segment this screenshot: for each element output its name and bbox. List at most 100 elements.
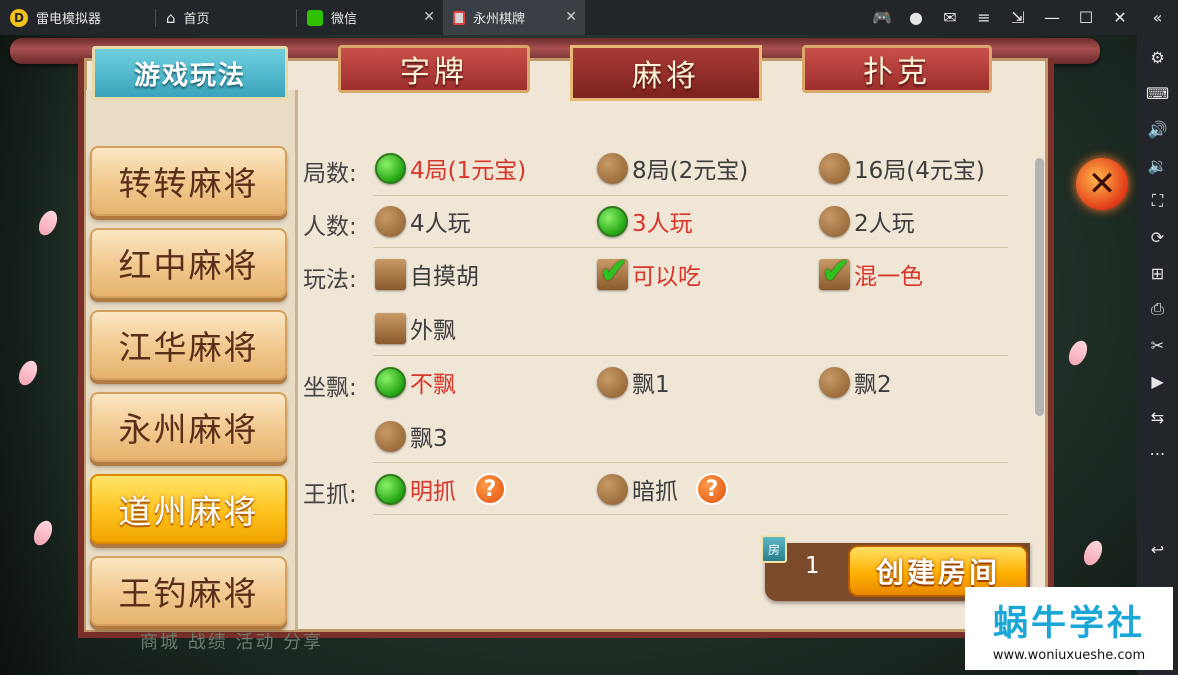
rounds-option-16[interactable]: 16局(4元宝) — [819, 151, 985, 185]
emulator-sidebar: ⚙ ⌨ 🔊 🔉 ⛶ ⟳ ⊞ ⎙ ✂ ▶ ⇆ ⋯ ↩ — [1137, 35, 1178, 675]
close-panel-button[interactable]: ✕ — [1076, 158, 1128, 210]
multi-instance-icon[interactable]: ⊞ — [1137, 255, 1178, 291]
option-label: 外飘 — [410, 318, 456, 344]
play-option-zimohu[interactable]: 自摸胡 — [375, 257, 479, 291]
radio-icon — [597, 152, 628, 184]
popout-icon[interactable]: ⇲ — [1001, 0, 1035, 35]
radio-icon — [375, 205, 406, 237]
maximize-icon[interactable]: ☐ — [1069, 0, 1103, 35]
volume-up-icon[interactable]: 🔊 — [1137, 111, 1178, 147]
gamepad-icon[interactable]: 🎮 — [865, 0, 899, 35]
game-item-hongzhong[interactable]: 红中麻将 — [90, 228, 287, 298]
option-label: 3人玩 — [632, 211, 693, 237]
watermark-url: www.woniuxueshe.com — [992, 647, 1146, 663]
account-icon[interactable]: ● — [899, 0, 933, 35]
option-label: 不飘 — [410, 372, 456, 398]
menu-icon[interactable]: ≡ — [967, 0, 1001, 35]
rounds-option-8[interactable]: 8局(2元宝) — [597, 151, 748, 185]
play-option-waipiao[interactable]: 外飘 — [375, 311, 456, 345]
close-icon[interactable]: ✕ — [423, 9, 435, 25]
tab-emulator[interactable]: D 雷电模拟器 — [0, 0, 155, 35]
option-label: 2人玩 — [854, 211, 915, 237]
options-scrollbar[interactable] — [1035, 158, 1044, 416]
mail-icon[interactable]: ✉ — [933, 0, 967, 35]
record-icon[interactable]: ▶ — [1137, 363, 1178, 399]
collapse-sidebar-icon[interactable]: « — [1137, 0, 1178, 35]
tab-game-rules[interactable]: 游戏玩法 — [92, 46, 288, 100]
tab-home[interactable]: ⌂ 首页 — [156, 0, 296, 35]
settings-icon[interactable]: ⚙ — [1137, 39, 1178, 75]
tab-zipai[interactable]: 字牌 — [338, 45, 530, 93]
option-label: 混一色 — [854, 264, 923, 290]
wang-label: 王抓: — [303, 482, 357, 508]
game-icon — [453, 10, 465, 25]
room-card-cost: 1 — [805, 553, 820, 579]
close-icon[interactable]: ✕ — [565, 9, 577, 25]
rotate-icon[interactable]: ⟳ — [1137, 219, 1178, 255]
option-label: 4局(1元宝) — [410, 158, 527, 184]
players-option-4[interactable]: 4人玩 — [375, 204, 471, 238]
option-label: 16局(4元宝) — [854, 158, 985, 184]
radio-icon — [819, 152, 850, 184]
keyboard-icon[interactable]: ⌨ — [1137, 75, 1178, 111]
option-label: 4人玩 — [410, 211, 471, 237]
option-label: 可以吃 — [632, 264, 701, 290]
play-option-hunyise[interactable]: 混一色 — [819, 251, 923, 292]
help-icon[interactable]: ? — [696, 473, 728, 505]
checkbox-checked-icon — [819, 251, 851, 292]
game-item-daozhou[interactable]: 道州麻将 — [90, 474, 287, 544]
left-shadow — [0, 35, 80, 675]
window-controls: 🎮 ● ✉ ≡ ⇲ — ☐ ✕ « — [865, 0, 1178, 35]
tab-majiang[interactable]: 麻将 — [570, 45, 762, 101]
minimize-icon[interactable]: — — [1035, 0, 1069, 35]
row-divider — [373, 462, 1008, 463]
play-option-chi[interactable]: 可以吃 — [597, 251, 701, 292]
row-divider — [373, 355, 1008, 356]
volume-down-icon[interactable]: 🔉 — [1137, 147, 1178, 183]
game-item-yongzhou[interactable]: 永州麻将 — [90, 392, 287, 462]
checkbox-icon — [375, 312, 406, 344]
watermark-title: 蜗牛学社 — [992, 603, 1145, 644]
game-item-jianghua[interactable]: 江华麻将 — [90, 310, 287, 380]
piao-label: 坐飘: — [303, 375, 357, 401]
window-close-icon[interactable]: ✕ — [1103, 0, 1137, 35]
tab-wechat[interactable]: 微信 ✕ — [297, 0, 443, 35]
fullscreen-icon[interactable]: ⛶ — [1137, 183, 1178, 219]
radio-icon — [597, 366, 628, 398]
piao-option-none[interactable]: 不飘 — [375, 365, 456, 399]
background-bottom-menu: 商城 战绩 活动 分享 — [140, 632, 324, 653]
tab-puke[interactable]: 扑克 — [802, 45, 992, 93]
option-label: 飘3 — [410, 426, 448, 452]
option-label: 暗抓 — [632, 479, 678, 505]
option-label: 8局(2元宝) — [632, 158, 749, 184]
game-item-zhuanzhuan[interactable]: 转转麻将 — [90, 146, 287, 216]
more-icon[interactable]: ⋯ — [1137, 435, 1178, 471]
game-item-wangdiao[interactable]: 王钓麻将 — [90, 556, 287, 626]
scissors-icon[interactable]: ✂ — [1137, 327, 1178, 363]
tab-label: 永州棋牌 — [473, 12, 526, 27]
piao-option-2[interactable]: 飘2 — [819, 365, 892, 399]
sync-icon[interactable]: ⇆ — [1137, 399, 1178, 435]
room-card-icon: 房 — [761, 535, 787, 563]
back-icon[interactable]: ↩ — [1137, 531, 1178, 567]
option-label: 明抓 — [410, 479, 456, 505]
help-icon[interactable]: ? — [474, 473, 506, 505]
home-icon: ⌂ — [166, 8, 176, 27]
wang-option-an[interactable]: 暗抓? — [597, 472, 728, 506]
players-option-3[interactable]: 3人玩 — [597, 204, 693, 238]
players-option-2[interactable]: 2人玩 — [819, 204, 915, 238]
wang-option-ming[interactable]: 明抓? — [375, 472, 506, 506]
tab-game[interactable]: 永州棋牌 ✕ — [443, 0, 585, 35]
piao-option-3[interactable]: 飘3 — [375, 419, 448, 453]
option-label: 自摸胡 — [410, 264, 479, 290]
rounds-label: 局数: — [303, 161, 357, 187]
radio-icon — [819, 205, 850, 237]
checkbox-icon — [375, 258, 406, 290]
piao-option-1[interactable]: 飘1 — [597, 365, 670, 399]
rounds-option-4[interactable]: 4局(1元宝) — [375, 151, 526, 185]
play-label: 玩法: — [303, 267, 357, 293]
radio-icon — [597, 473, 628, 505]
row-divider — [373, 247, 1008, 248]
apk-install-icon[interactable]: ⎙ — [1137, 291, 1178, 327]
radio-icon — [819, 366, 850, 398]
